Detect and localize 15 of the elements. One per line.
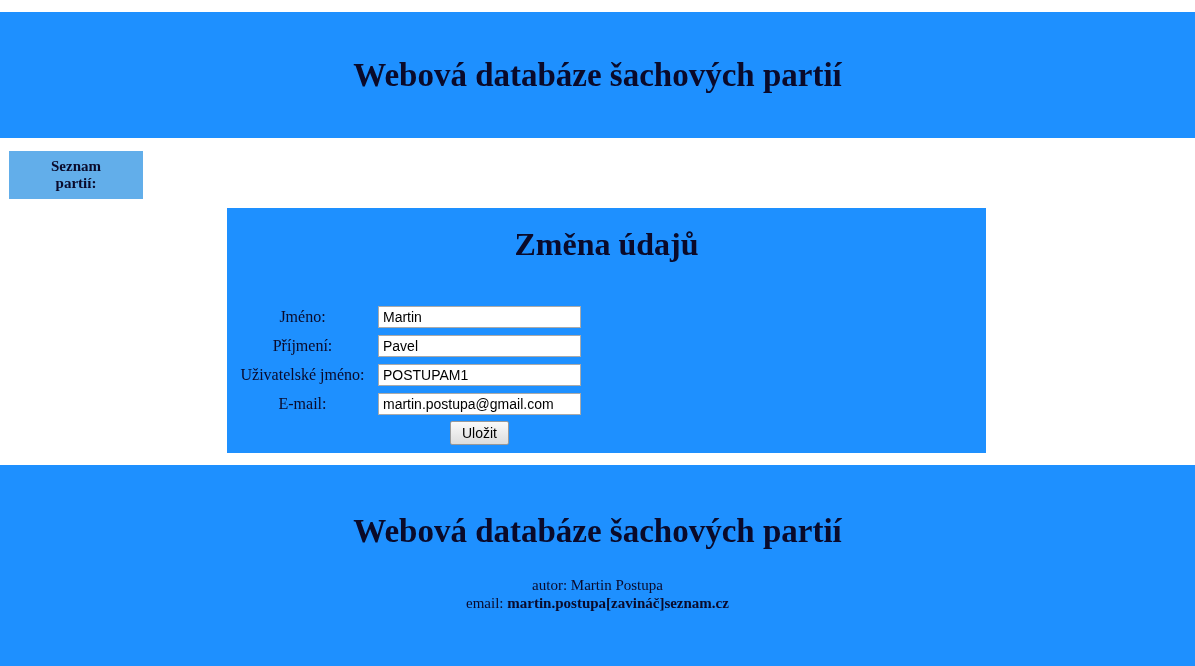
author-text: autor: Martin Postupa [532, 576, 663, 594]
field-label: Příjmení: [271, 337, 334, 355]
field-label: Uživatelské jméno: [239, 366, 366, 384]
site-title: Webová databáze šachových partií [353, 56, 842, 94]
input-field[interactable]: POSTUPAM1 [378, 364, 581, 386]
email-text: email: martin.postupa[zavináč]seznam.cz [466, 594, 729, 612]
save-button[interactable]: Uložit [450, 421, 509, 445]
input-field[interactable]: Martin [378, 306, 581, 328]
game-list-link[interactable]: Seznam partií: [9, 151, 143, 199]
input-field[interactable]: martin.postupa@gmail.com [378, 393, 581, 415]
form-title: Změna údajů [513, 226, 700, 263]
footer-title: Webová databáze šachových partií [353, 513, 842, 550]
field-label: Jméno: [278, 308, 327, 326]
field-label: E-mail: [277, 395, 328, 413]
input-field[interactable]: Pavel [378, 335, 581, 357]
